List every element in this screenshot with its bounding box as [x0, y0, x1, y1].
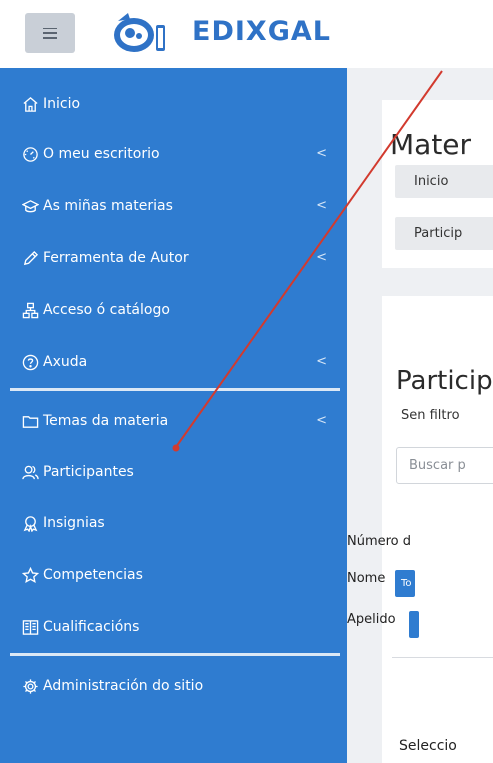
section-divider — [392, 657, 493, 658]
top-header: EDIXGAL — [0, 0, 493, 68]
participant-count-label: Número d — [347, 534, 412, 549]
chevron-left-icon[interactable]: < — [316, 198, 327, 213]
sidebar-item-label: Participantes — [43, 464, 134, 480]
sidebar-item-competencias[interactable]: Competencias — [0, 555, 347, 595]
chevron-left-icon[interactable]: < — [316, 413, 327, 428]
surname-filter-all-chip[interactable] — [409, 611, 419, 638]
sidebar-item-as-minas-materias[interactable]: As miñas materias < — [0, 186, 347, 226]
sidebar-item-label: Cualificacións — [43, 619, 140, 635]
speedometer-icon — [22, 146, 39, 163]
chevron-left-icon[interactable]: < — [316, 354, 327, 369]
users-icon — [22, 464, 39, 481]
sidebar-item-acceso-catalogo[interactable]: Acceso ó catálogo — [0, 290, 347, 330]
name-filter-label: Nome — [347, 571, 386, 586]
chevron-left-icon[interactable]: < — [316, 146, 327, 161]
surname-filter-label: Apelido — [347, 612, 396, 627]
sidebar-item-label: Ferramenta de Autor — [43, 250, 189, 266]
hamburger-icon — [43, 27, 57, 39]
search-input[interactable]: Buscar p — [396, 447, 493, 484]
pencil-icon — [22, 250, 39, 267]
sidebar-item-label: Administración do sitio — [43, 678, 204, 694]
filter-status: Sen filtro — [401, 408, 460, 423]
sidebar-item-o-meu-escritorio[interactable]: O meu escritorio < — [0, 134, 347, 174]
sidebar-divider — [10, 388, 340, 391]
breadcrumb-item-participantes[interactable]: Particip — [395, 217, 493, 250]
sidebar-item-insignias[interactable]: Insignias — [0, 503, 347, 543]
sidebar-divider — [10, 653, 340, 656]
sidebar-item-label: Insignias — [43, 515, 105, 531]
chevron-left-icon[interactable]: < — [316, 250, 327, 265]
sidebar-item-inicio[interactable]: Inicio — [0, 84, 347, 124]
graduation-cap-icon — [22, 198, 39, 215]
home-icon — [22, 96, 39, 113]
sidebar-item-ferramenta-de-autor[interactable]: Ferramenta de Autor < — [0, 238, 347, 278]
book-icon — [22, 619, 39, 636]
page-title: Mater — [390, 128, 472, 161]
main-content: Mater Inicio Particip Particip Sen filtr… — [347, 68, 493, 763]
menu-toggle-button[interactable] — [25, 13, 75, 53]
sidebar-item-participantes[interactable]: Participantes — [0, 452, 347, 492]
participants-card: Particip Sen filtro Buscar p — [382, 296, 493, 763]
sidebar-item-temas-da-materia[interactable]: Temas da materia < — [0, 401, 347, 441]
select-label: Seleccio — [399, 738, 457, 754]
sidebar-item-label: Acceso ó catálogo — [43, 302, 170, 318]
sidebar-item-axuda[interactable]: Axuda < — [0, 342, 347, 382]
award-icon — [22, 515, 39, 532]
sidebar-item-label: Axuda — [43, 354, 88, 370]
sidebar-item-label: O meu escritorio — [43, 146, 160, 162]
sidebar-item-label: As miñas materias — [43, 198, 173, 214]
sitemap-icon — [22, 302, 39, 319]
section-title: Particip — [396, 366, 493, 396]
sidebar-item-administracion-do-sitio[interactable]: Administración do sitio — [0, 666, 347, 706]
star-icon — [22, 566, 39, 584]
logo-text[interactable]: EDIXGAL — [192, 16, 331, 47]
page-header-card: Mater Inicio Particip — [382, 100, 493, 268]
name-filter-all-chip[interactable]: To — [395, 570, 415, 597]
gear-icon — [22, 678, 39, 695]
sidebar-item-label: Competencias — [43, 567, 143, 583]
breadcrumb-item-inicio[interactable]: Inicio — [395, 165, 493, 198]
sidebar-item-label: Inicio — [43, 96, 81, 112]
sidebar-item-label: Temas da materia — [43, 413, 169, 429]
help-circle-icon — [22, 354, 39, 371]
sidebar: Inicio O meu escritorio < As miñas mater… — [0, 68, 347, 763]
folder-icon — [22, 413, 39, 430]
sidebar-item-cualificacions[interactable]: Cualificacións — [0, 607, 347, 647]
edixgal-logo-icon[interactable] — [108, 9, 176, 57]
